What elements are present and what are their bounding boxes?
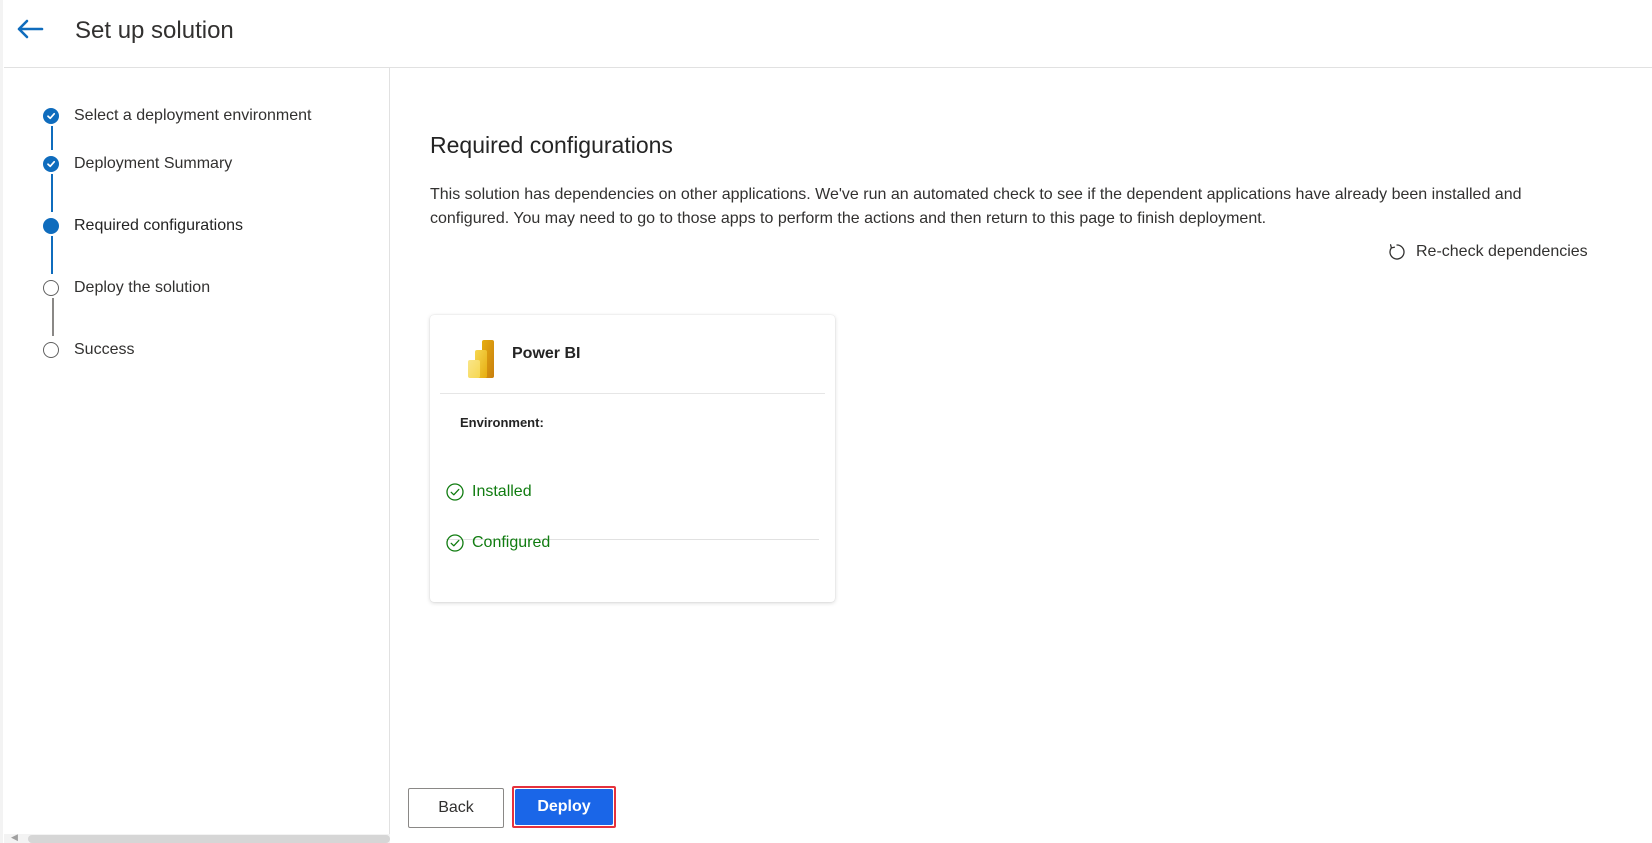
status-installed: Installed (446, 480, 532, 504)
header-bar: Set up solution (4, 0, 1652, 68)
step-current-icon (43, 218, 59, 234)
step-label: Deployment Summary (74, 155, 233, 172)
page-title: Set up solution (75, 17, 234, 44)
step-complete-icon (43, 156, 59, 172)
step-deployment-summary[interactable]: Deployment Summary (4, 150, 384, 178)
power-bi-icon (468, 340, 494, 378)
card-header: Power BI (430, 315, 835, 393)
status-configured: Configured (446, 531, 550, 555)
section-description: This solution has dependencies on other … (430, 186, 1522, 227)
status-label: Installed (472, 483, 532, 500)
step-required-configurations[interactable]: Required configurations (4, 212, 384, 240)
recheck-label: Re-check dependencies (1416, 243, 1588, 260)
back-button[interactable]: Back (408, 788, 504, 828)
step-connector (51, 174, 53, 212)
step-connector (51, 236, 53, 274)
horizontal-scrollbar[interactable]: ◀ (4, 832, 390, 843)
scroll-left-icon[interactable]: ◀ (11, 832, 18, 843)
check-circle-icon (446, 534, 464, 552)
deploy-button[interactable]: Deploy (515, 789, 613, 825)
step-pending-icon (43, 280, 59, 296)
main-content: Required configurations This solution ha… (391, 68, 1652, 843)
scrollbar-thumb[interactable] (28, 835, 390, 843)
step-label: Select a deployment environment (74, 107, 312, 124)
card-divider (440, 393, 825, 394)
step-label: Success (74, 341, 135, 358)
step-pending-icon (43, 342, 59, 358)
refresh-icon (1389, 244, 1405, 260)
step-select-environment[interactable]: Select a deployment environment (4, 102, 384, 130)
back-arrow-icon[interactable] (14, 14, 46, 44)
step-complete-icon (43, 108, 59, 124)
environment-label: Environment: (460, 415, 544, 430)
status-label: Configured (472, 534, 551, 551)
step-connector (52, 298, 54, 336)
step-deploy-solution[interactable]: Deploy the solution (4, 274, 384, 302)
check-circle-icon (446, 483, 464, 501)
dependency-card-power-bi: Power BI Environment: Installed Configur… (430, 315, 835, 602)
window-edge (0, 0, 3, 843)
step-label: Required configurations (74, 217, 243, 234)
recheck-dependencies-button[interactable]: Re-check dependencies (1388, 240, 1588, 264)
card-app-name: Power BI (512, 345, 581, 362)
step-success[interactable]: Success (4, 336, 384, 364)
step-label: Deploy the solution (74, 279, 211, 296)
section-title: Required configurations (430, 132, 673, 158)
wizard-steps-sidebar: Select a deployment environment Deployme… (4, 68, 390, 843)
